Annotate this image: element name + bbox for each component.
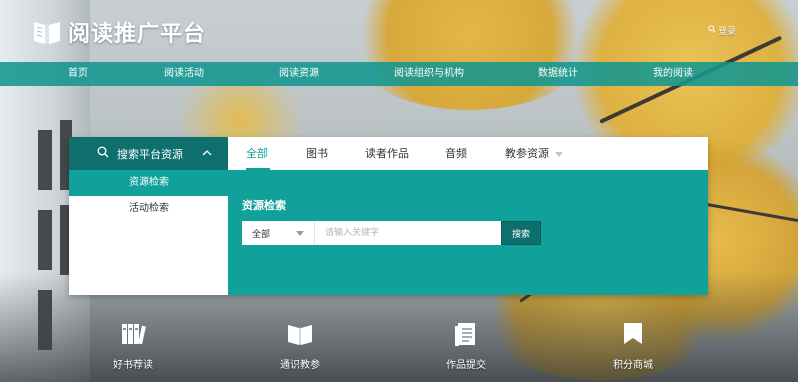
site-title: 阅读推广平台 (68, 22, 207, 47)
nav-item-reading-activities[interactable]: 阅读活动 (164, 62, 204, 86)
section-title: 资源检索 (242, 199, 286, 212)
tab-teaching-resources[interactable]: 教参资源 (505, 137, 563, 170)
tab-teaching-resources-label: 教参资源 (505, 147, 549, 160)
background-window (38, 130, 52, 190)
user-icon (708, 25, 716, 36)
search-button[interactable]: 搜索 (501, 221, 541, 245)
category-select[interactable]: 全部 (242, 221, 315, 245)
quick-link-points-mall[interactable]: 积分商城 (593, 318, 673, 371)
active-tab-indicator (246, 168, 270, 170)
chevron-down-icon (296, 231, 304, 236)
quick-link-label: 作品提交 (446, 360, 486, 371)
open-book-icon (284, 318, 316, 350)
login-label: 登录 (717, 27, 736, 37)
search-bar: 全部 搜索 (242, 221, 541, 245)
books-icon (117, 318, 149, 350)
nav-item-organizations[interactable]: 阅读组织与机构 (394, 62, 464, 86)
sidebar-item-activity-search[interactable]: 活动检索 (69, 196, 228, 222)
main-nav: 首页 阅读活动 阅读资源 阅读组织与机构 数据统计 我的阅读 (0, 62, 798, 86)
tab-books[interactable]: 图书 (306, 137, 328, 170)
quick-link-label: 积分商城 (613, 360, 653, 371)
tab-reader-works[interactable]: 读者作品 (365, 137, 409, 170)
login-link[interactable]: 登录 (708, 24, 736, 37)
search-panel: 搜索平台资源 资源检索 活动检索 全部 图书 读者作品 音频 教参资源 资源检索… (69, 137, 708, 295)
quick-link-label: 好书荐读 (113, 360, 153, 371)
tab-audio[interactable]: 音频 (445, 137, 467, 170)
resource-tabs: 全部 图书 读者作品 音频 教参资源 (228, 137, 708, 170)
quick-link-submit-work[interactable]: 作品提交 (426, 318, 506, 371)
nav-item-home[interactable]: 首页 (68, 62, 88, 86)
search-sidebar-title: 搜索平台资源 (117, 147, 183, 161)
keyword-input[interactable] (315, 221, 501, 245)
quick-link-label: 通识教参 (280, 360, 320, 371)
search-icon (97, 146, 109, 161)
search-sidebar: 搜索平台资源 资源检索 活动检索 (69, 137, 228, 295)
document-icon (450, 318, 482, 350)
sidebar-item-resource-search[interactable]: 资源检索 (69, 170, 228, 196)
bookmark-flag-icon (617, 318, 649, 350)
category-select-value: 全部 (252, 229, 271, 240)
site-header: 阅读推广平台 登录 (0, 0, 798, 62)
book-logo-icon (32, 18, 62, 46)
quick-link-general-reference[interactable]: 通识教参 (260, 318, 340, 371)
search-main: 全部 图书 读者作品 音频 教参资源 资源检索 全部 搜索 (228, 137, 708, 295)
chevron-up-icon (202, 148, 212, 158)
quick-link-recommended-books[interactable]: 好书荐读 (93, 318, 173, 371)
nav-item-reading-resources[interactable]: 阅读资源 (279, 62, 319, 86)
site-logo[interactable]: 阅读推广平台 (32, 16, 206, 48)
tab-all[interactable]: 全部 (246, 137, 268, 170)
background-window (38, 210, 52, 270)
nav-item-statistics[interactable]: 数据统计 (538, 62, 578, 86)
search-sidebar-header[interactable]: 搜索平台资源 (69, 137, 228, 170)
nav-item-my-reading[interactable]: 我的阅读 (653, 62, 693, 86)
chevron-down-icon (555, 151, 563, 157)
